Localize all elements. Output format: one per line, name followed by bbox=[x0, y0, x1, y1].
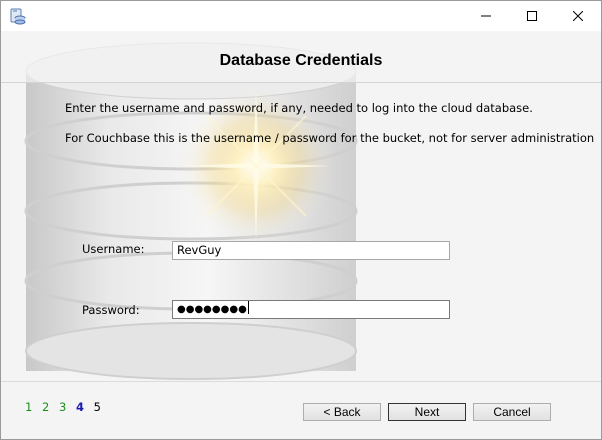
cancel-button[interactable]: Cancel bbox=[473, 403, 551, 421]
text-caret bbox=[247, 301, 249, 314]
page-title: Database Credentials bbox=[219, 52, 383, 69]
minimize-icon bbox=[481, 11, 491, 21]
next-button[interactable]: Next bbox=[388, 403, 466, 421]
header-divider bbox=[1, 82, 601, 83]
step-2: 2 bbox=[41, 400, 50, 414]
step-4-current: 4 bbox=[75, 400, 84, 414]
wizard-content: Database Credentials Enter the username … bbox=[1, 31, 601, 439]
description-line-2: For Couchbase this is the username / pas… bbox=[65, 131, 595, 145]
step-5: 5 bbox=[93, 400, 101, 414]
username-label: Username: bbox=[82, 242, 145, 256]
password-input[interactable]: ●●●●●●●● bbox=[172, 300, 450, 319]
footer-divider bbox=[1, 381, 601, 382]
step-3: 3 bbox=[58, 400, 67, 414]
minimize-button[interactable] bbox=[463, 1, 509, 31]
step-1: 1 bbox=[25, 400, 33, 414]
title-bar[interactable] bbox=[1, 1, 601, 31]
password-label: Password: bbox=[82, 303, 140, 317]
close-icon bbox=[573, 11, 583, 21]
maximize-button[interactable] bbox=[509, 1, 555, 31]
description-line-1: Enter the username and password, if any,… bbox=[65, 101, 533, 115]
username-input[interactable]: RevGuy bbox=[172, 241, 450, 260]
database-background-art bbox=[1, 31, 601, 439]
username-value: RevGuy bbox=[177, 243, 222, 257]
maximize-icon bbox=[527, 11, 537, 21]
step-indicator: 1 2 3 4 5 bbox=[25, 400, 107, 414]
app-database-icon bbox=[9, 7, 27, 25]
password-value: ●●●●●●●● bbox=[177, 304, 247, 315]
wizard-window: Database Credentials Enter the username … bbox=[0, 0, 602, 440]
close-button[interactable] bbox=[555, 1, 601, 31]
back-button[interactable]: < Back bbox=[303, 403, 381, 421]
